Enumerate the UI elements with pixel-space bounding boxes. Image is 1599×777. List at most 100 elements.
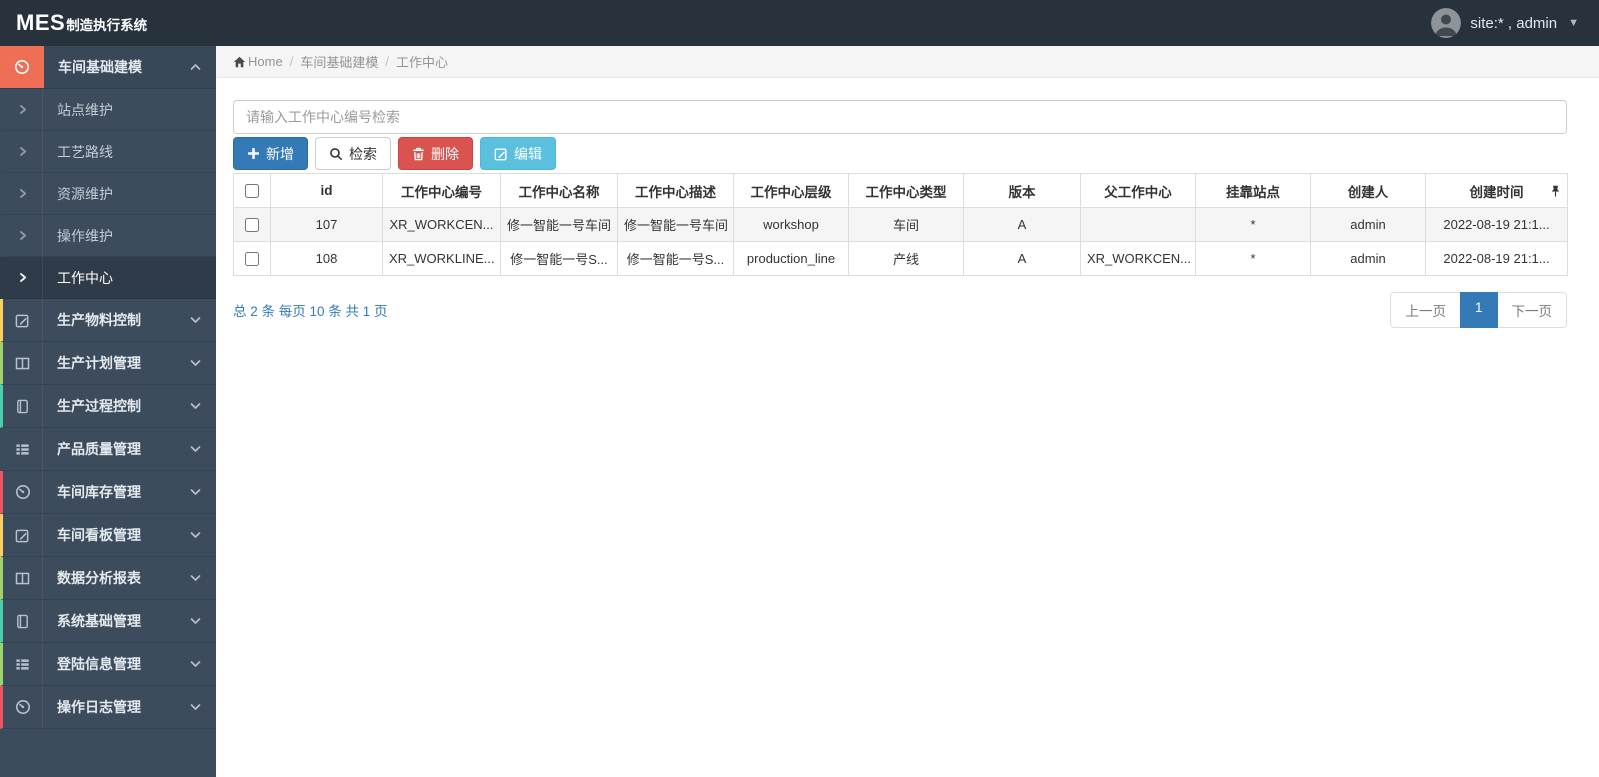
- table-cell: 108: [270, 241, 383, 276]
- sidebar-group-label: 登陆信息管理: [57, 656, 141, 672]
- work-center-table: id 工作中心编号 工作中心名称 工作中心描述 工作中心层级 工作中心类型 版本 父工作中心 挂…: [233, 173, 1568, 276]
- pagination-page-1[interactable]: 1: [1459, 292, 1498, 328]
- column-header: 创建人: [1310, 173, 1426, 208]
- chevron-right-icon: [3, 257, 43, 298]
- table-cell: XR_WORKCEN...: [382, 207, 501, 242]
- sidebar-group-0[interactable]: 车间基础建模: [0, 46, 216, 89]
- pin-icon[interactable]: [1550, 184, 1561, 197]
- list-icon: [3, 643, 43, 685]
- main-area: Home / 车间基础建模 / 工作中心 新增 检索 删除: [216, 46, 1599, 777]
- sidebar: 车间基础建模站点维护 工艺路线资源维护操作维护工作中心生产物料控制生产计划管理生产…: [0, 46, 216, 777]
- toolbar: 新增 检索 删除 编辑: [233, 137, 1567, 170]
- sidebar-group-12[interactable]: 数据分析报表: [0, 557, 216, 600]
- sidebar-item-label: 操作维护: [57, 227, 113, 244]
- table-cell: *: [1195, 207, 1311, 242]
- sidebar-group-label: 数据分析报表: [57, 570, 141, 586]
- table-cell: A: [963, 207, 1081, 242]
- select-all-checkbox[interactable]: [245, 184, 259, 199]
- table-cell: A: [963, 241, 1081, 276]
- chevron-right-icon: [3, 89, 43, 130]
- edit-button-label: 编辑: [514, 145, 542, 162]
- sidebar-item-1[interactable]: 站点维护: [0, 89, 216, 131]
- table-cell: workshop: [733, 207, 849, 242]
- sidebar-item-4[interactable]: 操作维护: [0, 215, 216, 257]
- sidebar-group-13[interactable]: 系统基础管理: [0, 600, 216, 643]
- chevron-down-icon: [190, 514, 216, 556]
- caret-down-icon: ▼: [1568, 17, 1579, 29]
- sidebar-group-11[interactable]: 车间看板管理: [0, 514, 216, 557]
- search-button-label: 检索: [349, 145, 377, 162]
- breadcrumb: Home / 车间基础建模 / 工作中心: [216, 46, 1599, 78]
- column-header: id: [270, 173, 383, 208]
- sidebar-item-label: 工作中心: [57, 269, 113, 286]
- chevron-down-icon: [190, 342, 216, 384]
- sidebar-group-label: 产品质量管理: [57, 441, 141, 457]
- table-cell: XR_WORKCEN...: [1080, 241, 1196, 276]
- column-header-label: 工作中心层级: [750, 184, 832, 200]
- column-header: 工作中心层级: [733, 173, 849, 208]
- breadcrumb-separator: /: [385, 54, 389, 69]
- brand-logo[interactable]: MES 制造执行系统: [16, 10, 147, 36]
- column-header-label: 工作中心编号: [401, 184, 482, 200]
- table-cell: [1080, 207, 1196, 242]
- delete-button[interactable]: 删除: [398, 137, 473, 170]
- sidebar-group-8[interactable]: 生产过程控制: [0, 385, 216, 428]
- breadcrumb-item-parent[interactable]: 车间基础建模: [300, 52, 378, 71]
- sidebar-group-10[interactable]: 车间库存管理: [0, 471, 216, 514]
- pagination-next[interactable]: 下一页: [1496, 292, 1567, 328]
- table-cell: 修一智能一号车间: [617, 207, 734, 242]
- column-header-label: id: [320, 183, 333, 198]
- sidebar-group-14[interactable]: 登陆信息管理: [0, 643, 216, 686]
- chevron-down-icon: [190, 600, 216, 642]
- column-header: 版本: [963, 173, 1081, 208]
- column-header-label: 创建时间: [1469, 184, 1524, 200]
- brand-logo-primary: MES: [16, 10, 66, 35]
- column-header-label: 创建人: [1347, 184, 1389, 200]
- row-checkbox[interactable]: [245, 252, 259, 267]
- chevron-down-icon: [190, 471, 216, 513]
- column-header: 工作中心类型: [848, 173, 964, 208]
- user-menu[interactable]: site:* , admin ▼: [1431, 8, 1579, 38]
- trash-icon: [412, 147, 425, 161]
- breadcrumb-separator: /: [289, 54, 294, 69]
- breadcrumb-home[interactable]: Home: [248, 54, 283, 69]
- sidebar-group-9[interactable]: 产品质量管理: [0, 428, 216, 471]
- column-header: 挂靠站点: [1195, 173, 1311, 208]
- chevron-down-icon: [190, 299, 216, 341]
- column-header-label: 工作中心描述: [635, 184, 716, 200]
- user-avatar: [1431, 8, 1462, 38]
- table-cell: 车间: [848, 207, 964, 242]
- column-header-label: 工作中心类型: [865, 184, 947, 200]
- content-panel: 新增 检索 删除 编辑 id 工作中心编号 工作中心名称 工作中心描述 工作中心层级 工作…: [216, 78, 1599, 328]
- row-checkbox[interactable]: [245, 218, 259, 233]
- add-button[interactable]: 新增: [233, 137, 308, 170]
- sidebar-item-2[interactable]: 工艺路线: [0, 131, 216, 173]
- book-icon: [3, 385, 43, 427]
- sidebar-group-7[interactable]: 生产计划管理: [0, 342, 216, 385]
- row-select-cell: [233, 207, 271, 242]
- table-container: id 工作中心编号 工作中心名称 工作中心描述 工作中心层级 工作中心类型 版本 父工作中心 挂…: [233, 173, 1568, 276]
- gauge-icon: [3, 471, 43, 513]
- chevron-down-icon: [190, 385, 216, 427]
- search-button[interactable]: 检索: [315, 137, 391, 170]
- sidebar-group-label: 生产物料控制: [57, 312, 141, 328]
- table-row[interactable]: 107 XR_WORKCEN... 修一智能一号车间 修一智能一号车间 workshop…: [233, 207, 1568, 242]
- select-all-cell: [233, 173, 271, 208]
- search-input[interactable]: [233, 100, 1567, 134]
- edit-button[interactable]: 编辑: [480, 137, 556, 170]
- sidebar-group-6[interactable]: 生产物料控制: [0, 299, 216, 342]
- sidebar-item-3[interactable]: 资源维护: [0, 173, 216, 215]
- sidebar-group-label: 车间基础建模: [58, 59, 142, 75]
- sidebar-group-label: 系统基础管理: [57, 613, 141, 629]
- sidebar-group-label: 操作日志管理: [57, 699, 141, 715]
- sidebar-group-label: 生产过程控制: [57, 398, 141, 414]
- chevron-down-icon: [190, 428, 216, 470]
- pagination-prev[interactable]: 上一页: [1390, 292, 1461, 328]
- sidebar-item-label: 资源维护: [57, 185, 113, 202]
- sidebar-item-5[interactable]: 工作中心: [0, 257, 216, 299]
- table-cell: admin: [1310, 207, 1426, 242]
- chevron-down-icon: [190, 686, 216, 728]
- sidebar-group-15[interactable]: 操作日志管理: [0, 686, 216, 729]
- table-row[interactable]: 108 XR_WORKLINE... 修一智能一号S... 修一智能一号S... pro…: [233, 241, 1568, 276]
- sidebar-group-label: 车间库存管理: [57, 484, 141, 500]
